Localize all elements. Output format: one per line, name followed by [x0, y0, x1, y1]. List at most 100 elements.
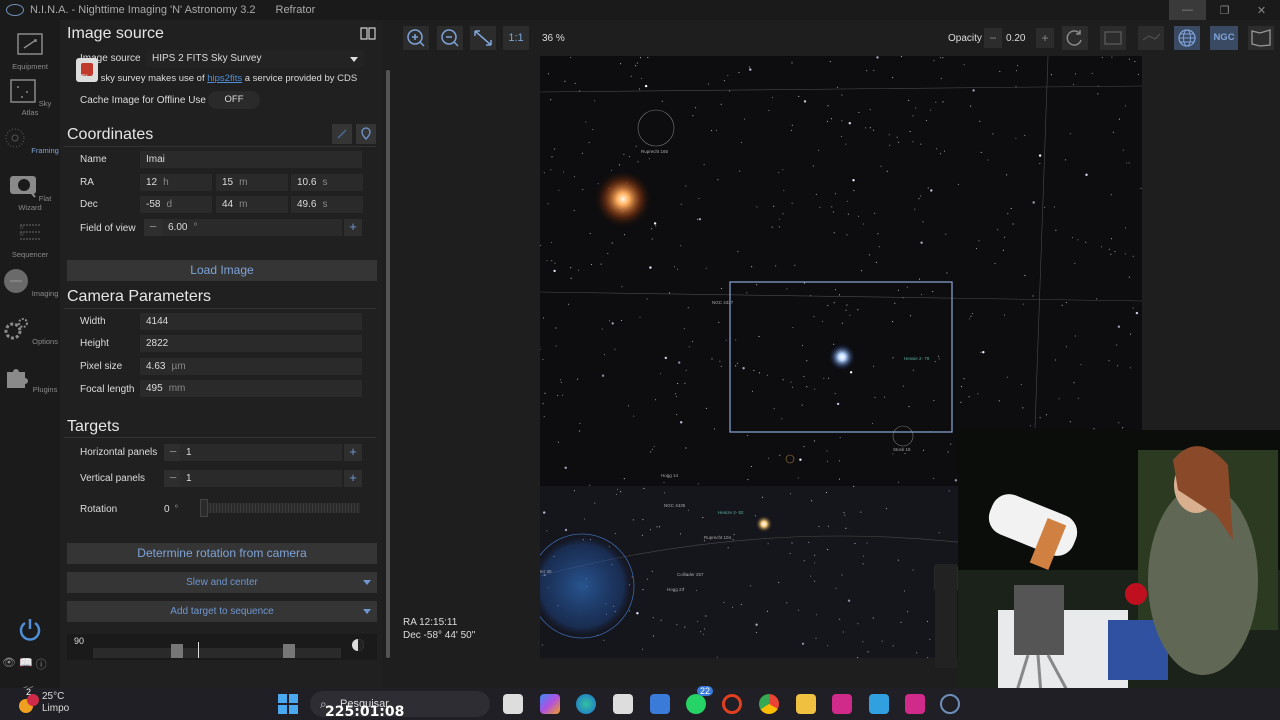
options-icon [4, 318, 29, 340]
app-icon[interactable] [905, 694, 925, 714]
panel-scrollbar[interactable] [386, 70, 390, 658]
nav-plugins-label: Plugins [32, 385, 58, 394]
ra-minutes-input[interactable]: 15 m [216, 174, 288, 191]
windows-taskbar: 2 25°C Limpo ⌕ Pesquisar 225:01:08 22 [0, 686, 1280, 720]
task-view-icon[interactable] [503, 694, 523, 714]
focal-length-value: 495 [146, 383, 163, 394]
zoom-in-button[interactable] [403, 26, 429, 50]
ra-seconds-input[interactable]: 10.6 s [291, 174, 363, 191]
height-input[interactable]: 2822 [140, 335, 362, 352]
nav-equipment[interactable]: Equipment [0, 32, 60, 71]
opacity-decrement-button[interactable]: − [984, 28, 1002, 48]
globe-grid-icon [1178, 29, 1196, 47]
edge-icon[interactable] [576, 694, 596, 714]
toggle-grid-button[interactable] [1174, 26, 1200, 50]
dec-seconds-input[interactable]: 49.6 s [291, 196, 363, 213]
hips2fits-link[interactable]: hips2fits [207, 73, 242, 84]
rotation-value[interactable]: 0 ° [164, 504, 178, 515]
maximize-button[interactable]: ❐ [1206, 0, 1243, 20]
chevron-down-icon[interactable] [363, 580, 371, 585]
width-input[interactable]: 4144 [140, 313, 362, 330]
hpanels-increment-button[interactable]: + [344, 444, 362, 461]
telescope-coordinates-button[interactable] [332, 124, 352, 144]
opacity-value[interactable]: 0.20 [1006, 33, 1025, 44]
altitude-marker [171, 644, 183, 658]
book-icon[interactable]: 📖 [19, 656, 33, 672]
app-icon[interactable] [869, 694, 889, 714]
rotation-slider-thumb[interactable] [200, 499, 208, 517]
determine-rotation-button[interactable]: Determine rotation from camera [67, 543, 377, 564]
opera-icon[interactable] [722, 694, 742, 714]
image-source-select[interactable]: HIPS 2 FITS Sky Survey [146, 50, 364, 67]
power-icon[interactable] [16, 616, 44, 644]
name-input[interactable]: Imai [140, 151, 362, 168]
sequencer-icon: ☆☆ [19, 224, 40, 240]
toggle-constellations-button[interactable] [1138, 26, 1164, 50]
object-label: Hogg 23 [667, 587, 685, 592]
rotation-slider[interactable] [200, 499, 360, 517]
divider [64, 437, 376, 438]
dec-minutes-input[interactable]: 44 m [216, 196, 288, 213]
webcam-overlay [958, 430, 1280, 720]
nina-logo-icon [6, 4, 24, 16]
opacity-increment-button[interactable]: + [1036, 28, 1054, 48]
nav-sequencer[interactable]: ☆ ☆ Sequencer [0, 220, 60, 259]
store-icon[interactable] [613, 694, 633, 714]
object-label: Collinder 257 [677, 572, 704, 577]
nina-taskbar-icon[interactable] [940, 694, 960, 714]
focal-length-input[interactable]: 495 mm [140, 380, 362, 397]
dec-label: Dec [80, 199, 98, 210]
book-icon[interactable] [360, 26, 376, 40]
cache-toggle[interactable]: OFF [208, 91, 260, 109]
nav-flat-wizard[interactable]: Flat Wizard [0, 173, 60, 212]
nav-plugins[interactable]: Plugins [0, 364, 60, 394]
windows-start-icon[interactable] [277, 693, 299, 715]
divider [64, 146, 376, 147]
object-label: NGC 4435 [664, 503, 686, 508]
eye-icon[interactable]: 👁 [2, 656, 16, 672]
fov-increment-button[interactable]: + [344, 219, 362, 236]
weather-badge: 2 [26, 687, 32, 697]
nav-sky-atlas[interactable]: Sky Atlas [0, 78, 60, 117]
equipment-icon [17, 33, 43, 55]
toggle-ngc-button[interactable]: NGC [1210, 26, 1238, 50]
slew-and-center-button[interactable]: Slew and center [67, 572, 377, 593]
weather-condition: Limpo [42, 703, 70, 714]
minimize-button[interactable]: — [1169, 0, 1206, 20]
vpanels-increment-button[interactable]: + [344, 470, 362, 487]
fit-to-screen-button[interactable] [470, 26, 496, 50]
weather-widget[interactable]: 25°C Limpo [42, 691, 69, 715]
nav-imaging[interactable]: Imaging [0, 268, 60, 298]
fov-decrement-button[interactable]: − [144, 219, 162, 236]
nav-framing[interactable]: Framing [0, 125, 60, 155]
nav-options[interactable]: Options [0, 316, 60, 346]
toggle-boundaries-button[interactable] [1248, 26, 1274, 50]
pixel-size-input[interactable]: 4.63 µm [140, 358, 362, 375]
rotate-button[interactable] [1062, 26, 1088, 50]
vertical-panels-input[interactable]: 1 [180, 470, 342, 487]
add-target-button[interactable]: Add target to sequence [67, 601, 377, 622]
zoom-out-button[interactable] [437, 26, 463, 50]
chevron-down-icon[interactable] [363, 609, 371, 614]
horizontal-panels-input[interactable]: 1 [180, 444, 342, 461]
toggle-frame-button[interactable] [1100, 26, 1126, 50]
fov-input[interactable]: 6.00 ° [162, 219, 342, 236]
whatsapp-icon[interactable] [686, 694, 706, 714]
app-icon[interactable] [650, 694, 670, 714]
dec-degrees-input[interactable]: -58 d [140, 196, 212, 213]
load-image-button[interactable]: Load Image [67, 260, 377, 281]
dec-seconds-unit: s [322, 199, 328, 210]
side-dock[interactable] [935, 564, 957, 668]
ra-hours-input[interactable]: 12 h [140, 174, 212, 191]
app-icon[interactable] [832, 694, 852, 714]
location-button[interactable] [356, 124, 376, 144]
info-icon[interactable]: ⓘ [36, 656, 47, 672]
one-to-one-button[interactable]: 1:1 [503, 26, 529, 50]
object-label: Hessie 2- 79 [904, 356, 930, 361]
altitude-track [93, 648, 341, 658]
chrome-icon[interactable] [759, 694, 779, 714]
ra-label: RA [80, 177, 94, 188]
file-explorer-icon[interactable] [796, 694, 816, 714]
copilot-icon[interactable] [540, 694, 560, 714]
close-button[interactable]: ✕ [1243, 0, 1280, 20]
